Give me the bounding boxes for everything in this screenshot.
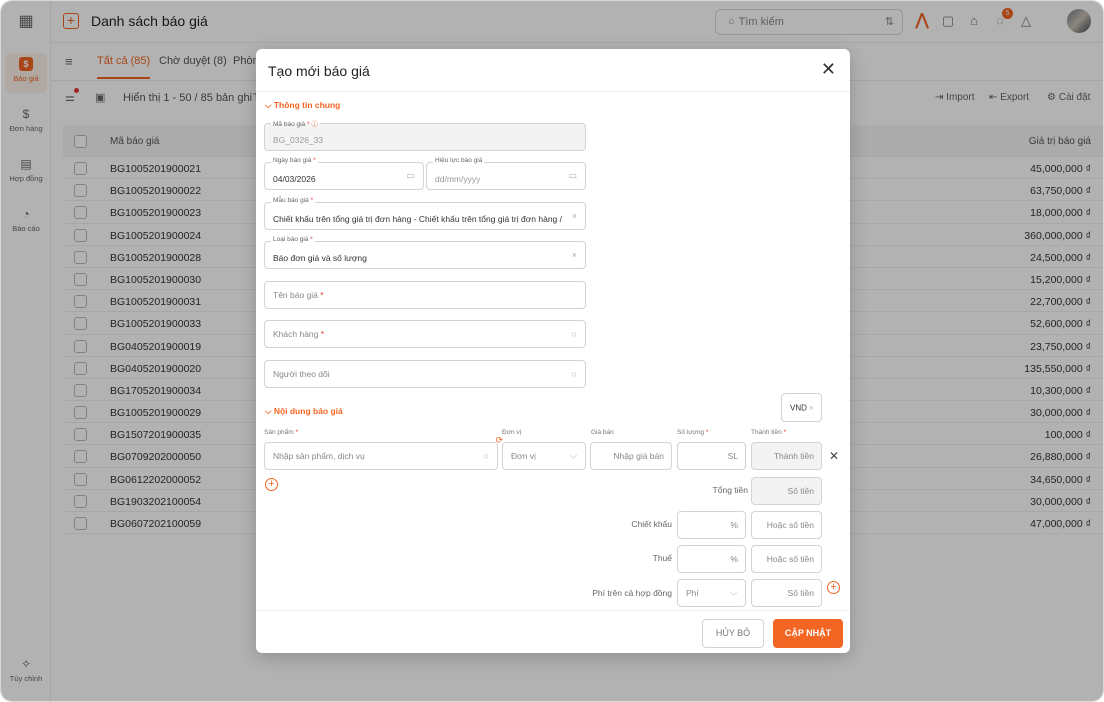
customer-placeholder: Khách hàng * [273,329,325,339]
follower-input[interactable]: Người theo dõi ○ [264,360,586,388]
product-input[interactable]: Nhập sản phẩm, dịch vụ ○ ⟳ [264,435,503,470]
follower-placeholder: Người theo dõi [273,369,330,379]
col-total-label: Thành tiền * [751,429,787,436]
remove-line-icon[interactable]: ✕ [829,449,839,463]
search-icon[interactable]: ○ [484,451,489,461]
calendar-icon[interactable]: ▭ [568,171,577,182]
col-qty-label: Số lượng * [677,429,709,436]
template-value: Chiết khấu trên tổng giá trị đơn hàng - … [273,214,565,224]
currency-value: VND × [790,403,814,412]
section-label: Nội dung báo giá [273,406,343,416]
qty-placeholder: SL [727,451,738,461]
qty-input[interactable]: SL [677,442,746,470]
code-field: Mã báo giá * ⓘ BG_0326_33 [264,118,586,151]
date-field[interactable]: Ngày báo giá * 04/03/2026 ▭ [264,157,424,190]
line-total-field: Thành tiền [751,442,822,470]
field-label: Ngày báo giá * [271,157,318,164]
add-fee-icon[interactable]: + [827,581,840,594]
col-unit-label: Đơn vị [502,429,522,436]
grand-total-field: Số tiền [751,477,822,505]
tax-amount-placeholder: Hoặc số tiền [766,554,814,564]
pct-suffix: % [730,554,738,564]
discount-label: Chiết khấu [631,519,672,529]
line-total-placeholder: Thành tiền [773,451,814,461]
search-icon[interactable]: ○ [572,369,577,379]
chevron-down-icon: ⌵ [730,587,737,598]
discount-amount-input[interactable]: Hoặc số tiền [751,511,822,539]
section-general[interactable]: ⌵ Thông tin chung [265,100,340,111]
fee-amount-placeholder: Số tiền [787,588,814,598]
validity-field[interactable]: Hiệu lực báo giá dd/mm/yyyy ▭ [426,157,586,190]
clear-icon[interactable]: × [572,211,577,221]
divider [256,91,850,92]
discount-amount-placeholder: Hoặc số tiền [766,520,814,530]
type-value: Báo đơn giá và số lượng [273,253,367,263]
add-line-icon[interactable]: + [265,478,278,491]
validity-placeholder: dd/mm/yyyy [435,174,481,184]
divider [256,610,850,611]
customer-input[interactable]: Khách hàng * ○ [264,320,586,348]
pct-suffix: % [730,520,738,530]
create-quote-modal: Tạo mới báo giá ✕ ⌵ Thông tin chung Mã b… [256,49,850,653]
unit-select[interactable]: Đơn vị ⌵ [502,442,586,470]
code-value: BG_0326_33 [273,135,324,145]
close-icon[interactable]: ✕ [821,59,836,80]
search-icon[interactable]: ○ [572,329,577,339]
field-label: Mẫu báo giá * [271,197,316,204]
field-label: Mã báo giá * ⓘ [271,118,320,128]
cancel-button[interactable]: HỦY BỎ [702,619,764,648]
section-label: Thông tin chung [273,100,341,110]
currency-select[interactable]: VND × [781,393,822,422]
clear-icon[interactable]: × [572,250,577,260]
price-placeholder: Nhập giá bán [613,451,664,461]
section-content[interactable]: ⌵ Nội dung báo giá [265,406,343,417]
chevron-down-icon: ⌵ [570,450,577,461]
discount-pct-input[interactable]: % [677,511,746,539]
modal-title: Tạo mới báo giá [268,63,370,79]
calendar-icon[interactable]: ▭ [406,171,415,182]
fee-amount-input[interactable]: Số tiền [751,579,822,607]
field-label: Loại báo giá * [271,236,315,243]
type-field[interactable]: Loại báo giá * Báo đơn giá và số lượng × [264,236,586,269]
app-window: ▦ $ Báo giá $ Đơn hàng ▤ Hợp đồng ◔ Báo … [0,0,1104,702]
tax-amount-input[interactable]: Hoặc số tiền [751,545,822,573]
date-value: 04/03/2026 [273,174,316,184]
col-price-label: Giá bán [591,429,614,436]
product-placeholder: Nhập sản phẩm, dịch vụ [273,451,365,461]
fee-type-select[interactable]: Phí ⌵ [677,579,746,607]
name-input[interactable]: Tên báo giá * [264,281,586,309]
fee-label: Phí trên cả hợp đồng [592,588,672,598]
tax-pct-input[interactable]: % [677,545,746,573]
fee-type-value: Phí [686,588,699,598]
tax-label: Thuế [652,553,672,563]
update-button[interactable]: CẬP NHẬT [773,619,843,648]
name-placeholder: Tên báo giá * [273,290,324,300]
grand-total-placeholder: Số tiền [787,486,814,496]
field-label: Hiệu lực báo giá [433,157,485,164]
unit-placeholder: Đơn vị [511,451,536,461]
col-product-label: Sản phẩm * [264,429,298,436]
template-field[interactable]: Mẫu báo giá * Chiết khấu trên tổng giá t… [264,197,586,230]
grand-total-label: Tổng tiền [712,485,748,495]
price-input[interactable]: Nhập giá bán [590,442,672,470]
